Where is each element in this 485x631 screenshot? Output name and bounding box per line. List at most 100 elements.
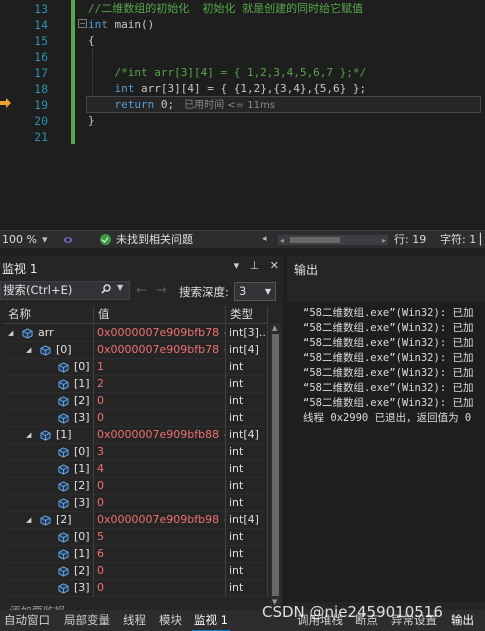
search-icon[interactable]: [101, 284, 111, 294]
variable-value[interactable]: 0x0000007e909bfb78 {...: [94, 342, 226, 359]
tab-locals[interactable]: 局部变量: [62, 610, 112, 630]
code-editor[interactable]: − 13//二维数组的初始化 初始化 就是创建的同时给它赋值 14 int main…: [0, 0, 485, 230]
watch-name-cell[interactable]: [1]: [4, 461, 94, 478]
scroll-right-icon[interactable]: ▸: [382, 232, 386, 249]
watch-row[interactable]: [2] 0 int: [4, 393, 268, 410]
zoom-level[interactable]: 100 %: [2, 231, 37, 248]
code-line[interactable]: 21: [0, 129, 485, 145]
code-line[interactable]: 19 return 0; 已用时间 <= 11ms: [0, 97, 485, 113]
editor-horizontal-scrollbar[interactable]: ◂ ▸: [278, 235, 388, 245]
watch-name-cell[interactable]: [0]: [4, 359, 94, 376]
watch-name-cell[interactable]: [0]: [4, 529, 94, 546]
column-header-value[interactable]: 值: [94, 306, 226, 324]
scroll-left-icon[interactable]: ◂: [280, 232, 284, 249]
watch-row[interactable]: [2] 0 int: [4, 563, 268, 580]
close-icon[interactable]: ✕: [270, 259, 279, 272]
scroll-thumb[interactable]: [272, 334, 279, 596]
code-line[interactable]: 17 /*int arr[3][4] = { 1,2,3,4,5,6,7 };*…: [0, 65, 485, 81]
more-status-icon: ▏: [480, 233, 485, 246]
variable-value[interactable]: 0: [94, 495, 226, 512]
variable-value[interactable]: 0: [94, 478, 226, 495]
watch-name-cell[interactable]: ◢ [0]: [4, 342, 94, 359]
output-text-area[interactable]: “58二维数组.exe”(Win32): 已加 “58二维数组.exe”(Win3…: [287, 302, 485, 602]
watch-name-cell[interactable]: [1]: [4, 546, 94, 563]
variable-type: int[4]: [226, 512, 268, 529]
variable-value[interactable]: 0x0000007e909bfb78 {...: [94, 325, 226, 342]
code-line[interactable]: 20}: [0, 113, 485, 129]
code-health-icon[interactable]: [62, 234, 74, 246]
watch-name-cell[interactable]: [2]: [4, 478, 94, 495]
watch-row[interactable]: [0] 3 int: [4, 444, 268, 461]
code-line[interactable]: 15 {: [0, 33, 485, 49]
expand-toggle-icon[interactable]: ◢: [26, 427, 31, 443]
output-line: “58二维数组.exe”(Win32): 已加: [303, 352, 474, 364]
watch-vertical-scrollbar[interactable]: ▲ ▼: [270, 324, 281, 606]
watch-row[interactable]: ◢ arr 0x0000007e909bfb78 {... int[3]...: [4, 325, 268, 342]
watch-name-cell[interactable]: ◢ [1]: [4, 427, 94, 444]
expand-toggle-icon[interactable]: ◢: [26, 342, 31, 358]
tab-autos[interactable]: 自动窗口: [2, 610, 52, 630]
column-header-name[interactable]: 名称: [4, 306, 94, 324]
variable-value[interactable]: 0: [94, 563, 226, 580]
watch-row[interactable]: [1] 4 int: [4, 461, 268, 478]
watch-row[interactable]: [2] 0 int: [4, 478, 268, 495]
output-panel-title[interactable]: 输出: [294, 261, 318, 278]
watch-row[interactable]: [1] 2 int: [4, 376, 268, 393]
watch-row[interactable]: [3] 0 int: [4, 495, 268, 512]
window-position-dropdown-icon[interactable]: ▾: [234, 259, 240, 272]
issues-status[interactable]: 未找到相关问题: [116, 231, 193, 248]
code-line[interactable]: 16: [0, 49, 485, 65]
search-options-dropdown-icon[interactable]: ▼: [117, 283, 123, 292]
search-depth-select[interactable]: 3 ▼: [234, 282, 276, 301]
watch-name-cell[interactable]: [3]: [4, 580, 94, 597]
variable-value[interactable]: 1: [94, 359, 226, 376]
watch-name-cell[interactable]: [3]: [4, 495, 94, 512]
variable-value[interactable]: 0: [94, 580, 226, 597]
watch-name-cell[interactable]: ◢ arr: [4, 325, 94, 342]
tab-threads[interactable]: 线程: [121, 610, 148, 630]
elapsed-time-hint[interactable]: 已用时间 <= 11ms: [184, 100, 275, 111]
search-back-arrow-icon[interactable]: ←: [136, 283, 147, 298]
code-line[interactable]: 18 int arr[3][4] = { {1,2},{3,4},{5,6} }…: [0, 81, 485, 97]
watch-name-cell[interactable]: [0]: [4, 444, 94, 461]
scroll-thumb[interactable]: [290, 237, 340, 243]
issues-nav-icon[interactable]: ◂: [262, 231, 267, 248]
scroll-up-icon[interactable]: ▲: [272, 324, 277, 332]
variable-value[interactable]: 6: [94, 546, 226, 563]
watch-panel-title[interactable]: 监视 1: [2, 260, 37, 277]
tab-watch-1[interactable]: 监视 1: [192, 610, 230, 631]
zoom-dropdown-icon[interactable]: ▾: [42, 231, 48, 248]
variable-value[interactable]: 5: [94, 529, 226, 546]
chevron-down-icon: ▼: [264, 287, 271, 296]
watch-name-cell[interactable]: ◢ [2]: [4, 512, 94, 529]
expand-toggle-icon[interactable]: ◢: [8, 325, 13, 341]
watch-row[interactable]: ◢ [1] 0x0000007e909bfb88 {... int[4]: [4, 427, 268, 444]
variable-type: int: [226, 546, 268, 563]
watch-name-cell[interactable]: [2]: [4, 563, 94, 580]
watch-row[interactable]: ◢ [2] 0x0000007e909bfb98 {... int[4]: [4, 512, 268, 529]
watch-name-cell[interactable]: [3]: [4, 410, 94, 427]
variable-value[interactable]: 0: [94, 410, 226, 427]
variable-value[interactable]: 0x0000007e909bfb88 {...: [94, 427, 226, 444]
watch-row[interactable]: [0] 1 int: [4, 359, 268, 376]
column-header-type[interactable]: 类型: [226, 306, 268, 324]
watch-row[interactable]: [0] 5 int: [4, 529, 268, 546]
tab-modules[interactable]: 模块: [157, 610, 184, 630]
variable-value[interactable]: 4: [94, 461, 226, 478]
code-line[interactable]: 13 //二维数组的初始化 初始化 就是创建的同时给它赋值: [0, 1, 485, 17]
variable-value[interactable]: 3: [94, 444, 226, 461]
expand-toggle-icon[interactable]: ◢: [26, 512, 31, 528]
tab-output[interactable]: 输出: [451, 610, 474, 630]
variable-value[interactable]: 0: [94, 393, 226, 410]
code-line[interactable]: 14 int main(): [0, 17, 485, 33]
pin-icon[interactable]: ⊥: [250, 259, 260, 272]
watch-name-cell[interactable]: [2]: [4, 393, 94, 410]
search-forward-arrow-icon[interactable]: →: [156, 283, 167, 298]
watch-name-cell[interactable]: [1]: [4, 376, 94, 393]
watch-row[interactable]: [3] 0 int: [4, 580, 268, 597]
watch-row[interactable]: [1] 6 int: [4, 546, 268, 563]
watch-row[interactable]: ◢ [0] 0x0000007e909bfb78 {... int[4]: [4, 342, 268, 359]
watch-row[interactable]: [3] 0 int: [4, 410, 268, 427]
variable-value[interactable]: 2: [94, 376, 226, 393]
variable-value[interactable]: 0x0000007e909bfb98 {...: [94, 512, 226, 529]
